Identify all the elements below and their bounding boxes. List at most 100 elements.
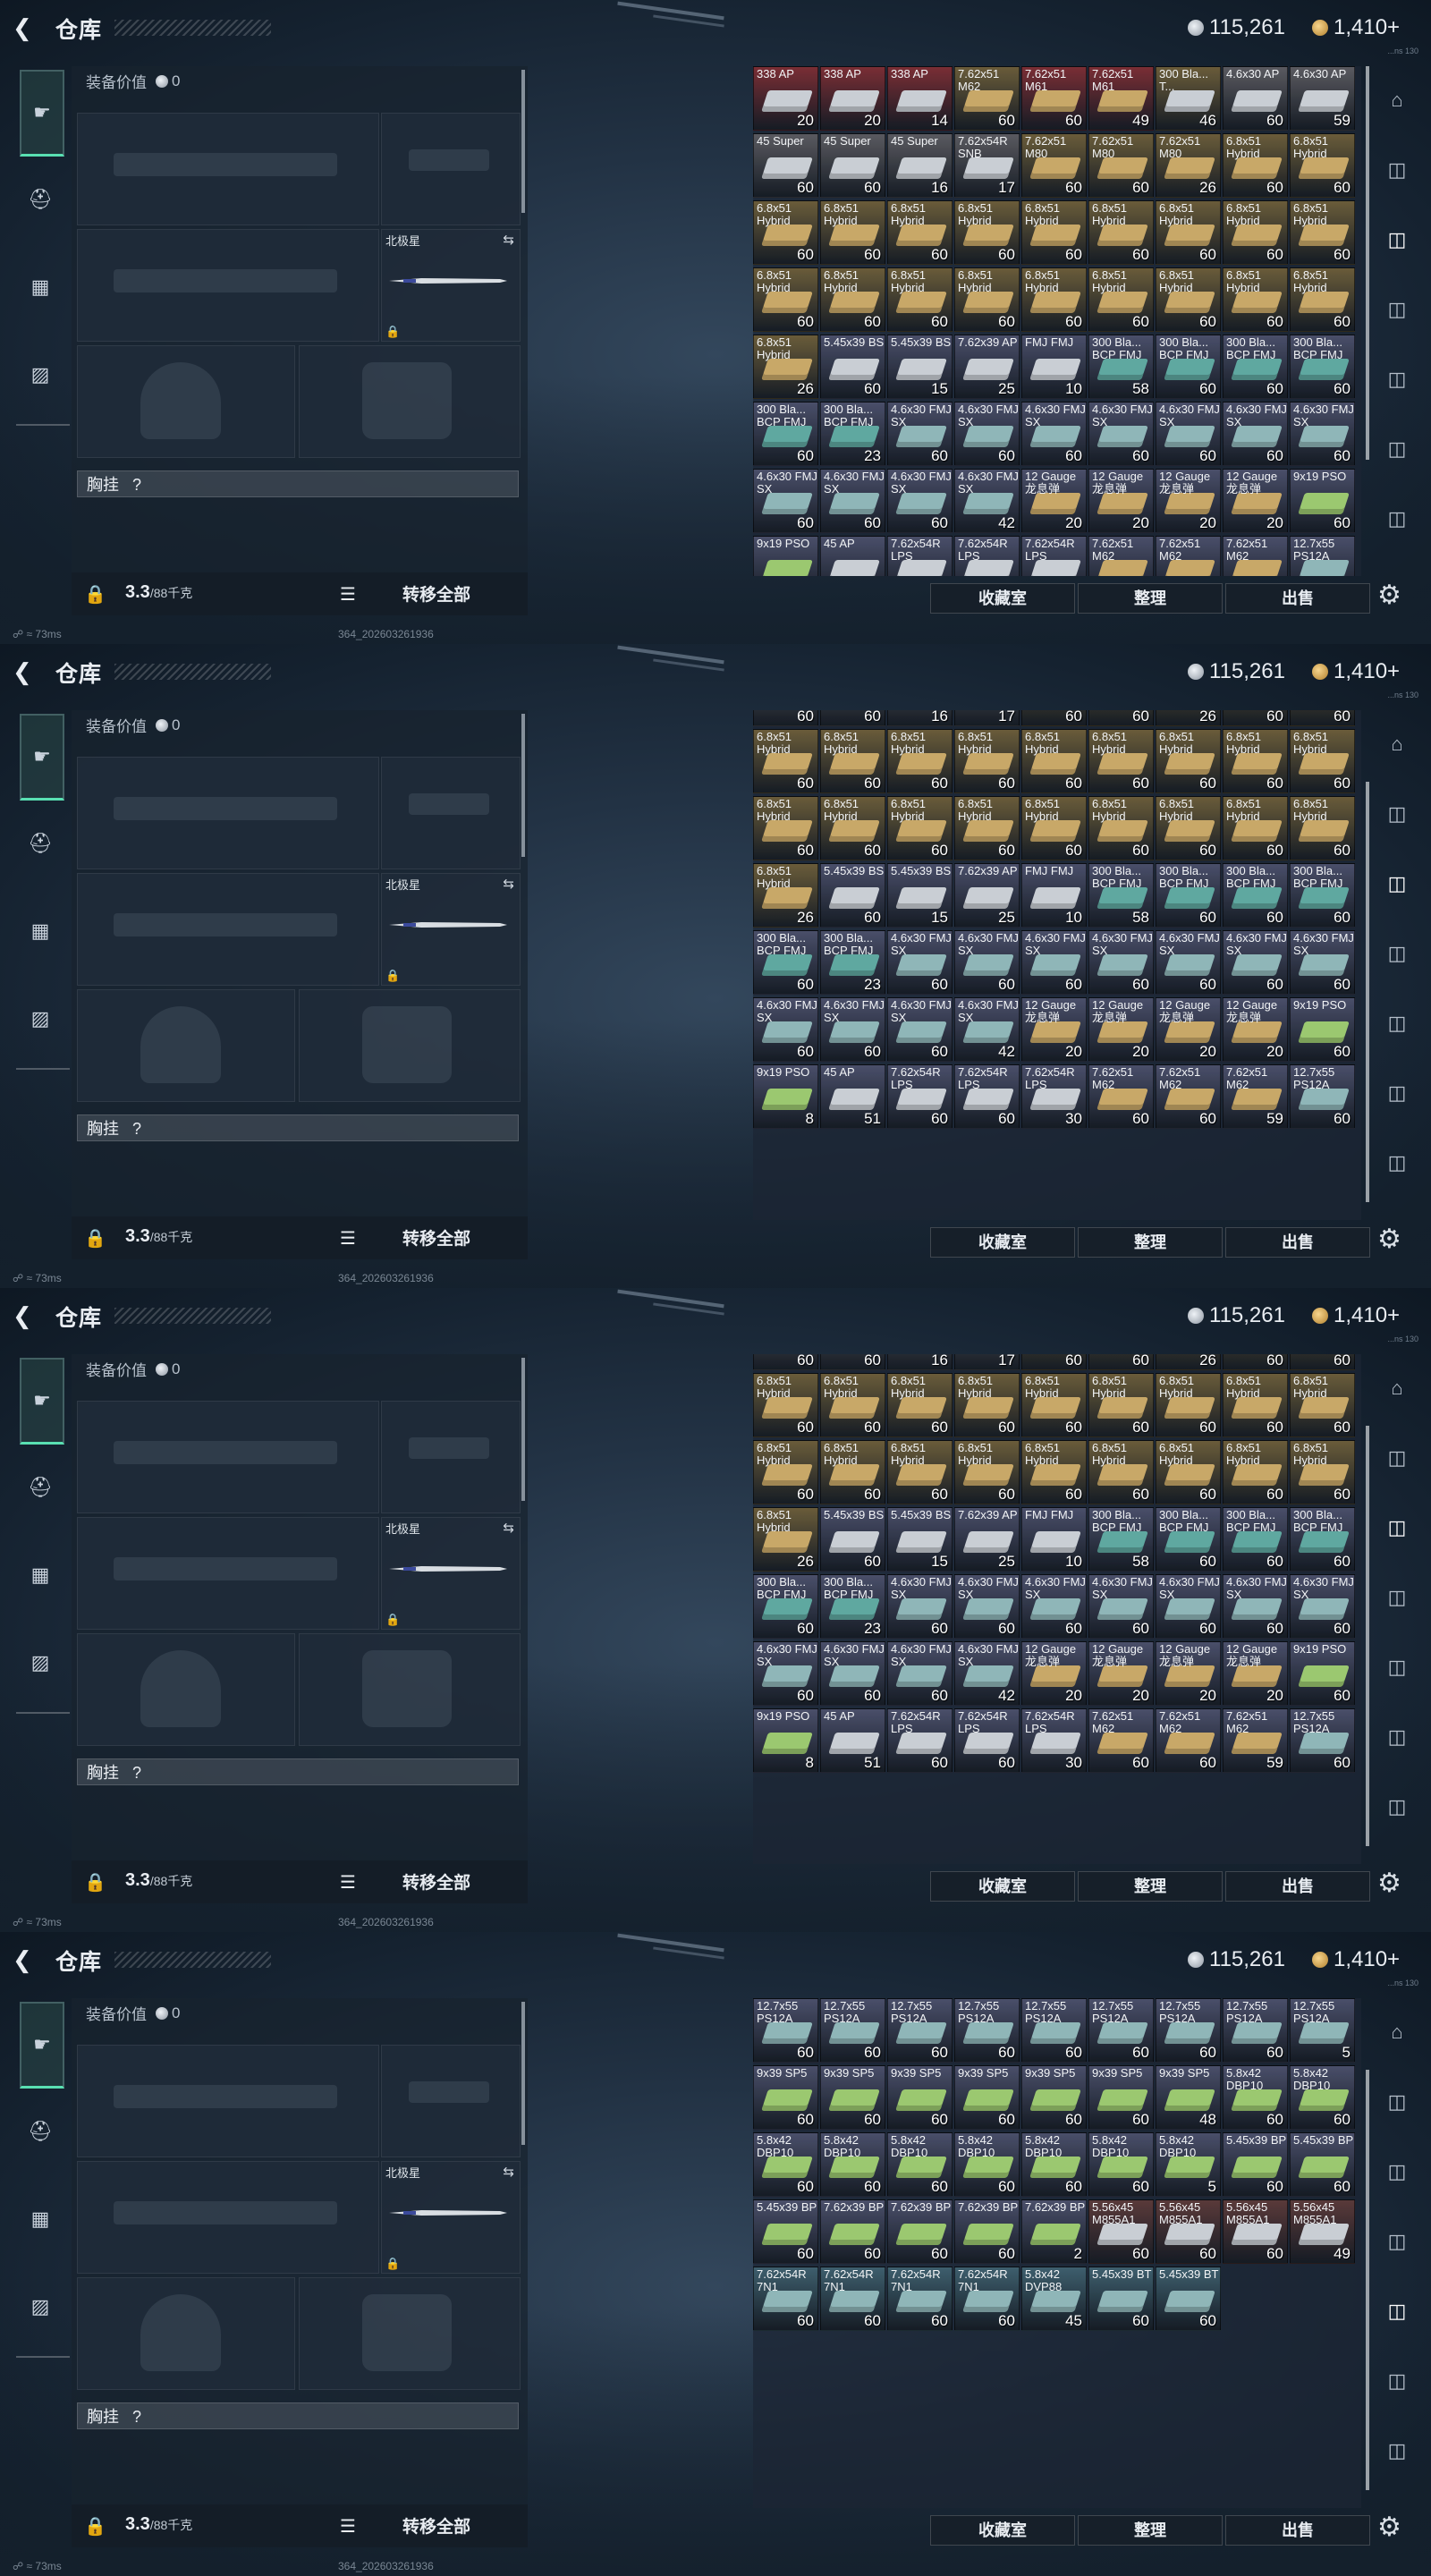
chest-rig-slot[interactable]: 胸挂 ? [77,470,519,497]
ammo-item[interactable]: 45 AP51 [820,536,885,576]
ammo-item[interactable]: 4.6x30 FMJ SX 60 [1088,402,1154,466]
primary-weapon-slot-2[interactable] [77,873,379,986]
ammo-item[interactable]: 9x39 SP5 60 [1021,2065,1087,2130]
ammo-item[interactable]: 45 Super60 [820,133,885,198]
ammo-item[interactable]: 5.8x42 DBP10 60 [753,2132,818,2197]
ammo-item[interactable]: 300 Bla... BCP FMJ 60 [1223,863,1288,928]
tab-armor[interactable]: ⛑ [20,2111,61,2152]
sell-button[interactable]: 出售 [1225,2515,1370,2546]
ammo-item[interactable]: 4.6x30 AP 59 [1290,66,1355,131]
ammo-item[interactable]: 7.62x51 M8060 [1021,710,1087,726]
ammo-item[interactable]: 4.6x30 FMJ SX 60 [1021,930,1087,995]
ammo-item[interactable]: 6.8x51 Hybrid 60 [1223,1440,1288,1504]
ammo-item[interactable]: 7.62x51 M80 26 [1156,133,1221,198]
category-storage-3[interactable]: ◫ [1377,290,1417,329]
sort-button[interactable]: 整理 [1078,1871,1223,1902]
ammo-item[interactable]: 4.6x30 FMJ SX 60 [1021,402,1087,466]
ammo-item[interactable]: 9x19 PSO 60 [1290,469,1355,533]
ammo-item[interactable]: 6.8x51 Hybrid 60 [753,200,818,265]
ammo-item[interactable]: 6.8x51 Hybrid 60 [954,729,1020,793]
ammo-item[interactable]: 6.8x51 Hybrid 60 [1088,1373,1154,1437]
ammo-item[interactable]: 12 Gauge 龙息弹 20 [1223,997,1288,1062]
ammo-item[interactable]: 45 Super60 [820,710,885,726]
ammo-item[interactable]: 5.8x42 DBP10 60 [820,2132,885,2197]
primary-weapon-slot-2[interactable] [77,229,379,342]
currency-silver[interactable]: 115,261 [1188,1946,1285,1973]
category-storage-1[interactable]: ◫ [1377,1438,1417,1478]
primary-weapon-slot[interactable] [77,2045,379,2157]
list-icon[interactable]: ☰ [340,583,356,606]
ammo-item[interactable]: 12.7x55 PS12A 60 [1290,1708,1355,1773]
ammo-item[interactable]: 5.45x39 BS 15 [887,335,953,399]
ammo-item[interactable]: 300 Bla... BCP FMJ 58 [1088,335,1154,399]
ammo-item[interactable]: 5.45x39 BP 60 [1223,2132,1288,2197]
ammo-item[interactable]: 7.62x39 AP 25 [954,863,1020,928]
currency-silver[interactable]: 115,261 [1188,14,1285,41]
ammo-item[interactable]: 4.6x30 FMJ SX 42 [954,997,1020,1062]
ammo-item[interactable]: 9x19 PSO 8 [753,1708,818,1773]
ammo-item[interactable]: FMJ FMJ 10 [1021,335,1087,399]
swap-icon[interactable]: ⇆ [503,876,514,892]
currency-gold[interactable]: 1,410+ [1312,658,1400,685]
list-icon[interactable]: ☰ [340,1871,356,1894]
ammo-item[interactable]: 6.8x51 Hybrid 60 [887,729,953,793]
melee-slot[interactable]: 北极星 ⇆ 🔒 [381,2161,521,2274]
ammo-item[interactable]: 7.62x54R LPS60 [887,536,953,576]
primary-weapon-slot[interactable] [77,757,379,869]
ammo-item[interactable]: 300 Bla... BCP FMJ 60 [753,402,818,466]
back-button[interactable]: ❮ [13,1946,39,1973]
lock-icon[interactable]: 🔒 [84,583,106,606]
ammo-item[interactable]: 4.6x30 FMJ SX 60 [887,1641,953,1706]
ammo-item[interactable]: 6.8x51 Hybrid 60 [1021,729,1087,793]
ammo-item[interactable]: 7.62x51 M62 60 [954,66,1020,131]
ammo-item[interactable]: 6.8x51 Hybrid 26 [753,863,818,928]
ammo-item[interactable]: 12.7x55 PS12A 60 [1088,1998,1154,2063]
ammo-item[interactable]: 300 Bla... BCP FMJ 23 [820,1574,885,1639]
ammo-item[interactable]: 6.8x51 Hybrid 60 [820,200,885,265]
ammo-item[interactable]: 6.8x51 Hybrid 60 [954,1373,1020,1437]
ammo-item[interactable]: 4.6x30 FMJ SX 60 [1290,930,1355,995]
ammo-item[interactable]: 12 Gauge 龙息弹 20 [1021,1641,1087,1706]
tab-armor[interactable]: ⛑ [20,1467,61,1508]
ammo-item[interactable]: 6.8x51 Hybrid 60 [1290,796,1355,860]
ammo-item[interactable]: 5.8x42 DBP10 60 [1021,2132,1087,2197]
ammo-item[interactable]: 5.8x42 DBP10 60 [1088,2132,1154,2197]
armor-slot[interactable] [299,345,521,458]
ammo-item[interactable]: 12.7x55 PS12A 60 [1156,1998,1221,2063]
armor-slot[interactable] [299,2277,521,2390]
sell-button[interactable]: 出售 [1225,583,1370,614]
ammo-item[interactable]: 7.62x39 BP 2 [1021,2199,1087,2264]
tab-vest[interactable]: ▦ [20,267,61,308]
ammo-item[interactable]: 45 Super16 [887,133,953,198]
ammo-item[interactable]: 4.6x30 AP 60 [1223,66,1288,131]
ammo-item[interactable]: 12 Gauge 龙息弹 20 [1156,1641,1221,1706]
ammo-item[interactable]: 45 AP51 [820,1064,885,1129]
tab-weapons[interactable]: ☛ [20,714,64,801]
secondary-weapon-slot[interactable] [381,757,521,869]
ammo-item[interactable]: 9x39 SP5 60 [1088,2065,1154,2130]
ammo-item[interactable]: 4.6x30 FMJ SX 60 [1156,402,1221,466]
ammo-item[interactable]: 7.62x54R LPS60 [887,1064,953,1129]
swap-icon[interactable]: ⇆ [503,2164,514,2180]
ammo-item[interactable]: 7.62x51 M61 60 [1021,66,1087,131]
ammo-item[interactable]: 6.8x51 Hybrid 60 [1156,200,1221,265]
list-icon[interactable]: ☰ [340,1227,356,1250]
ammo-item[interactable]: 7.62x51 M62 60 [1088,1064,1154,1129]
category-storage-5[interactable]: ◫ [1377,1717,1417,1757]
ammo-item[interactable]: 4.6x30 FMJ SX 60 [820,997,885,1062]
gear-icon[interactable]: ⚙ [1377,1868,1401,1899]
ammo-item[interactable]: 5.8x42 DBP10 60 [887,2132,953,2197]
transfer-all-button[interactable]: 转移全部 [402,1225,470,1250]
ammo-item[interactable]: 6.8x51 Hybrid 60 [1156,1440,1221,1504]
tab-vest[interactable]: ▦ [20,1555,61,1596]
ammo-item[interactable]: 12 Gauge 龙息弹 20 [1021,469,1087,533]
loadout-scrollbar[interactable] [521,70,525,213]
ammo-item[interactable]: 4.6x30 FMJ SX 60 [954,930,1020,995]
ammo-item[interactable]: 45 Super16 [887,710,953,726]
helmet-slot[interactable] [77,1633,295,1746]
tab-vest[interactable]: ▦ [20,911,61,952]
category-storage-4[interactable]: ◫ [1377,360,1417,399]
ammo-item[interactable]: 5.56x45 M855A1 60 [1088,2199,1154,2264]
sell-button[interactable]: 出售 [1225,1871,1370,1902]
swap-icon[interactable]: ⇆ [503,1520,514,1536]
